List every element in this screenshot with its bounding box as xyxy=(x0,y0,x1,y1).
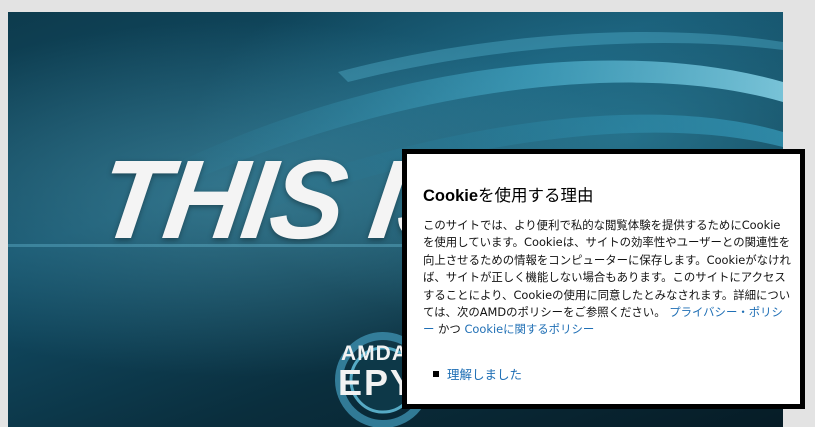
cookie-dialog-body: このサイトでは、より便利で私的な閲覧体験を提供するためにCookieを使用してい… xyxy=(423,217,791,339)
cookie-dialog-title: Cookieを使用する理由 xyxy=(423,182,594,206)
cookie-consent-dialog: Cookieを使用する理由 このサイトでは、より便利で私的な閲覧体験を提供するた… xyxy=(402,149,805,409)
acknowledge-button[interactable]: 理解しました xyxy=(433,364,522,383)
acknowledge-label: 理解しました xyxy=(447,367,523,382)
cookie-title-word: Cookie xyxy=(423,187,479,205)
conjunction-text: かつ xyxy=(438,322,461,337)
cookie-title-rest: を使用する理由 xyxy=(478,186,594,205)
page: THIS IS AMDA EPY Cookieを使用する理由 このサイトでは、よ… xyxy=(0,0,815,427)
cookie-policy-link[interactable]: Cookieに関するポリシー xyxy=(464,322,594,336)
cookie-body-text: このサイトでは、より便利で私的な閲覧体験を提供するためにCookieを使用してい… xyxy=(423,218,791,320)
bullet-icon xyxy=(433,370,439,377)
